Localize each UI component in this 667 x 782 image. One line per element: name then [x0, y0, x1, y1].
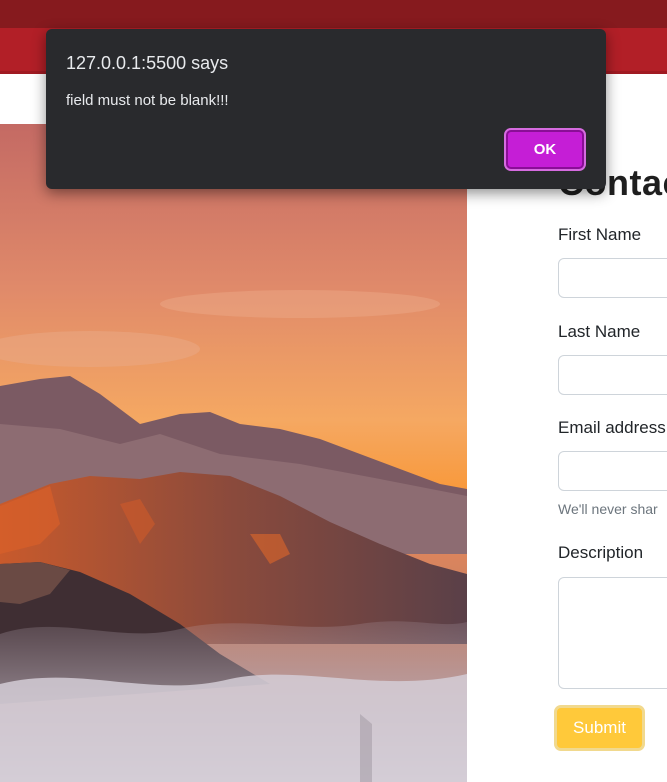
dialog-message: field must not be blank!!! [66, 92, 229, 109]
email-input[interactable] [558, 451, 667, 491]
alert-dialog: 127.0.0.1:5500 says field must not be bl… [46, 29, 606, 189]
contact-form: Contac First Name Last Name Email addres… [467, 124, 667, 782]
submit-button[interactable]: Submit [554, 705, 645, 751]
description-textarea[interactable] [558, 577, 667, 689]
dialog-title: 127.0.0.1:5500 says [66, 53, 229, 73]
ok-button[interactable]: OK [506, 130, 584, 169]
browser-top-bar [0, 0, 667, 28]
description-label: Description [558, 543, 644, 562]
first-name-label: First Name [558, 225, 642, 244]
first-name-input[interactable] [558, 258, 667, 298]
email-label: Email address [558, 418, 666, 437]
email-help-text: We'll never shar [558, 501, 658, 517]
last-name-input[interactable] [558, 355, 667, 395]
hero-image [0, 124, 467, 782]
last-name-label: Last Name [558, 322, 641, 341]
